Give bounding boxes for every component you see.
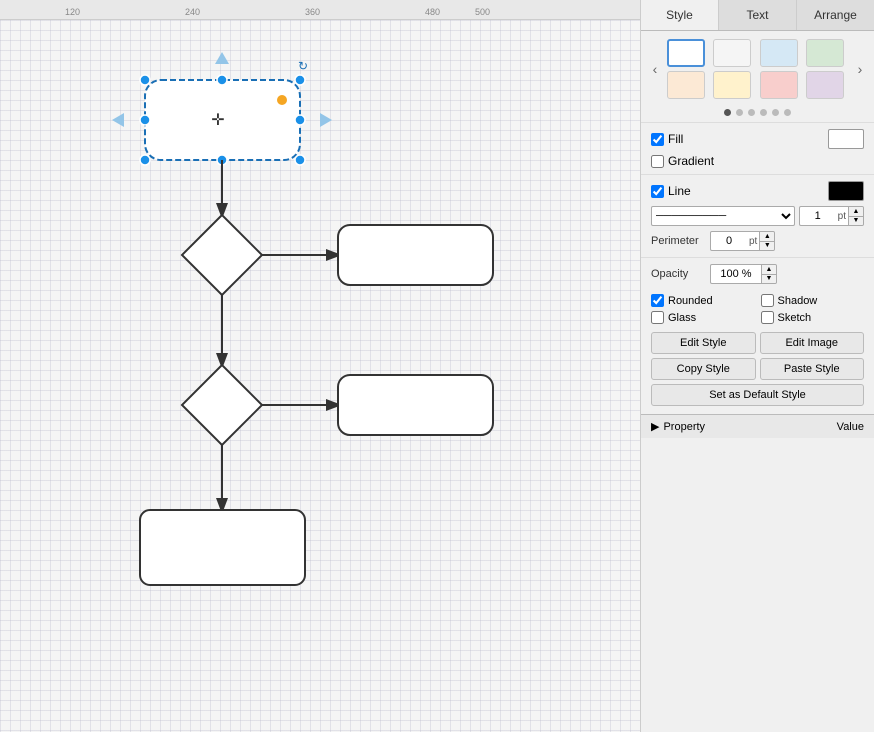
line-style-row: ───────── - - - - - · · · · · pt ▲ ▼ bbox=[651, 206, 864, 226]
dot-1[interactable] bbox=[724, 109, 731, 116]
opacity-section: Opacity ▲ ▼ bbox=[641, 257, 874, 290]
sketch-checkbox-label[interactable]: Sketch bbox=[761, 311, 865, 324]
line-style-select[interactable]: ───────── - - - - - · · · · · bbox=[651, 206, 795, 226]
next-colors-button[interactable]: › bbox=[850, 59, 870, 79]
line-checkbox-label[interactable]: Line bbox=[651, 184, 824, 198]
line-color-picker[interactable] bbox=[828, 181, 864, 201]
line-checkbox[interactable] bbox=[651, 185, 664, 198]
dot-6[interactable] bbox=[784, 109, 791, 116]
fill-color-picker[interactable] bbox=[828, 129, 864, 149]
canvas-area[interactable]: 120 240 360 480 500 ✛ bbox=[0, 0, 640, 732]
opacity-label: Opacity bbox=[651, 268, 706, 280]
color-swatch-light-orange[interactable] bbox=[667, 71, 705, 99]
color-swatch-light-purple[interactable] bbox=[806, 71, 844, 99]
perimeter-up[interactable]: ▲ bbox=[760, 232, 774, 242]
ruler-top: 120 240 360 480 500 bbox=[0, 0, 640, 20]
fill-label: Fill bbox=[668, 132, 683, 146]
action-buttons: Edit Style Edit Image Copy Style Paste S… bbox=[641, 328, 874, 410]
fill-section: Fill Gradient bbox=[641, 122, 874, 174]
perimeter-row: Perimeter pt ▲ ▼ bbox=[651, 231, 864, 251]
perimeter-input: pt ▲ ▼ bbox=[710, 231, 775, 251]
line-width-value[interactable] bbox=[800, 207, 836, 225]
shadow-label: Shadow bbox=[778, 295, 818, 307]
property-header[interactable]: ▶ Property Value bbox=[641, 415, 874, 438]
gradient-row: Gradient bbox=[651, 154, 864, 168]
opacity-row: Opacity ▲ ▼ bbox=[651, 264, 864, 284]
color-swatch-light-red[interactable] bbox=[760, 71, 798, 99]
prev-colors-button[interactable]: ‹ bbox=[645, 59, 665, 79]
line-width-unit: pt bbox=[836, 211, 848, 222]
svg-text:↻: ↻ bbox=[298, 59, 308, 73]
copy-style-button[interactable]: Copy Style bbox=[651, 358, 756, 380]
fill-checkbox[interactable] bbox=[651, 133, 664, 146]
tab-arrange[interactable]: Arrange bbox=[797, 0, 874, 30]
perimeter-spinner: ▲ ▼ bbox=[759, 232, 774, 250]
glass-checkbox-label[interactable]: Glass bbox=[651, 311, 755, 324]
glass-checkbox[interactable] bbox=[651, 311, 664, 324]
line-width-up[interactable]: ▲ bbox=[849, 207, 863, 217]
tab-bar: Style Text Arrange bbox=[641, 0, 874, 31]
sketch-checkbox[interactable] bbox=[761, 311, 774, 324]
tab-style[interactable]: Style bbox=[641, 0, 719, 30]
color-swatch-light-green[interactable] bbox=[806, 39, 844, 67]
fill-row: Fill bbox=[651, 129, 864, 149]
style-checkboxes: Rounded Shadow Glass Sketch bbox=[641, 290, 874, 328]
opacity-down[interactable]: ▼ bbox=[762, 275, 776, 284]
line-width-input: pt ▲ ▼ bbox=[799, 206, 864, 226]
set-default-style-button[interactable]: Set as Default Style bbox=[651, 384, 864, 406]
panel-scroll[interactable]: ‹ › bbox=[641, 31, 874, 732]
color-swatch-white[interactable] bbox=[667, 39, 705, 67]
opacity-spinner: ▲ ▼ bbox=[761, 265, 776, 283]
sketch-label: Sketch bbox=[778, 312, 812, 324]
svg-text:✛: ✛ bbox=[211, 112, 224, 129]
diagram-content[interactable]: ✛ ↻ bbox=[0, 20, 640, 732]
line-row: Line bbox=[651, 181, 864, 201]
color-page-dots bbox=[641, 107, 874, 122]
line-width-spinner: ▲ ▼ bbox=[848, 207, 863, 225]
rounded-label: Rounded bbox=[668, 295, 713, 307]
property-header-label: Property bbox=[663, 421, 705, 433]
gradient-label: Gradient bbox=[668, 154, 714, 168]
opacity-up[interactable]: ▲ bbox=[762, 265, 776, 275]
perimeter-label: Perimeter bbox=[651, 235, 706, 247]
color-swatches bbox=[667, 39, 848, 99]
rounded-checkbox-label[interactable]: Rounded bbox=[651, 294, 755, 307]
right-panel: Style Text Arrange ‹ › bbox=[640, 0, 874, 732]
perimeter-value[interactable] bbox=[711, 232, 747, 250]
diagram-svg[interactable]: ✛ ↻ bbox=[0, 20, 640, 732]
opacity-input: ▲ ▼ bbox=[710, 264, 777, 284]
line-section: Line ───────── - - - - - · · · · · pt ▲ … bbox=[641, 174, 874, 257]
rounded-checkbox[interactable] bbox=[651, 294, 664, 307]
edit-style-button[interactable]: Edit Style bbox=[651, 332, 756, 354]
color-nav: ‹ › bbox=[641, 31, 874, 107]
paste-style-button[interactable]: Paste Style bbox=[760, 358, 865, 380]
line-label: Line bbox=[668, 184, 691, 198]
dot-3[interactable] bbox=[748, 109, 755, 116]
fill-checkbox-label[interactable]: Fill bbox=[651, 132, 824, 146]
opacity-value[interactable] bbox=[711, 265, 761, 283]
line-width-down[interactable]: ▼ bbox=[849, 217, 863, 226]
perimeter-down[interactable]: ▼ bbox=[760, 242, 774, 251]
shadow-checkbox-label[interactable]: Shadow bbox=[761, 294, 865, 307]
color-swatch-light-yellow[interactable] bbox=[713, 71, 751, 99]
dot-5[interactable] bbox=[772, 109, 779, 116]
gradient-checkbox[interactable] bbox=[651, 155, 664, 168]
property-section: ▶ Property Value bbox=[641, 414, 874, 438]
color-swatch-light-gray[interactable] bbox=[713, 39, 751, 67]
color-swatch-light-blue[interactable] bbox=[760, 39, 798, 67]
shadow-checkbox[interactable] bbox=[761, 294, 774, 307]
edit-image-button[interactable]: Edit Image bbox=[760, 332, 865, 354]
tab-text[interactable]: Text bbox=[719, 0, 797, 30]
glass-label: Glass bbox=[668, 312, 696, 324]
value-header-label: Value bbox=[837, 421, 864, 433]
dot-4[interactable] bbox=[760, 109, 767, 116]
property-collapse-icon: ▶ bbox=[651, 420, 659, 433]
gradient-checkbox-label[interactable]: Gradient bbox=[651, 154, 864, 168]
perimeter-unit: pt bbox=[747, 236, 759, 247]
dot-2[interactable] bbox=[736, 109, 743, 116]
